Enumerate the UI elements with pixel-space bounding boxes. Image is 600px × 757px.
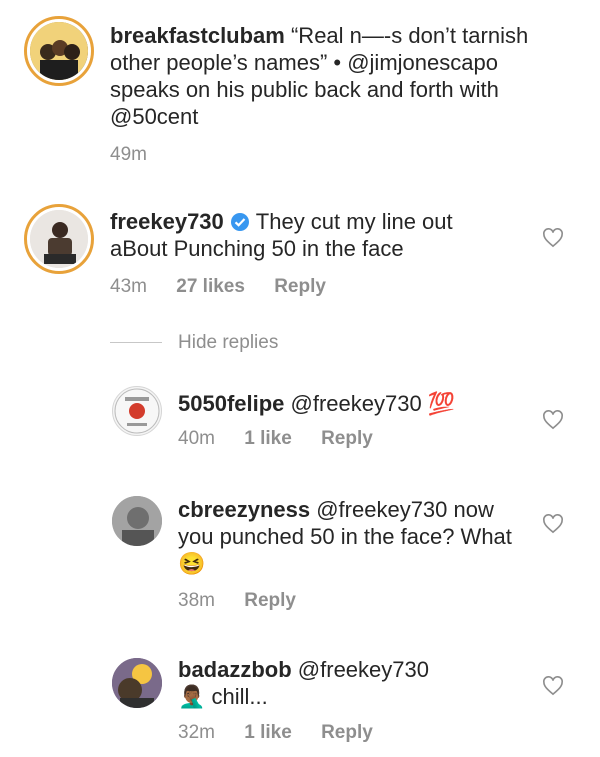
reply-button[interactable]: Reply — [244, 590, 296, 611]
comment-username[interactable]: freekey730 — [110, 209, 224, 234]
hundred-emoji: 💯 — [427, 391, 456, 416]
like-heart-icon[interactable] — [542, 410, 564, 430]
like-heart-icon[interactable] — [542, 228, 564, 248]
laughing-emoji: 😆 — [178, 551, 206, 576]
avatar-image-icon — [30, 22, 88, 80]
facepalm-emoji: 🤦🏾‍♂️ — [178, 684, 206, 709]
reply-text: chill... — [211, 684, 268, 709]
cbreezyness-avatar[interactable] — [112, 496, 162, 546]
like-heart-icon[interactable] — [542, 676, 564, 696]
avatar-image-icon — [30, 210, 88, 268]
reply-username[interactable]: badazzbob — [178, 657, 292, 682]
verified-badge-icon — [230, 213, 249, 231]
reply-username[interactable]: 5050felipe — [178, 391, 284, 416]
reply-likes[interactable]: 1 like — [244, 428, 292, 449]
comment-likes[interactable]: 27 likes — [176, 276, 245, 297]
hide-replies-button[interactable]: Hide replies — [178, 332, 278, 353]
avatar-image-icon — [114, 388, 160, 434]
avatar-image-icon — [112, 658, 162, 708]
reply-button[interactable]: Reply — [274, 276, 326, 297]
freekey730-avatar[interactable] — [24, 204, 94, 274]
reply-button[interactable]: Reply — [321, 722, 373, 743]
reply-username[interactable]: cbreezyness — [178, 497, 310, 522]
5050felipe-avatar[interactable] — [112, 386, 162, 436]
post-time: 49m — [110, 144, 147, 165]
like-heart-icon[interactable] — [542, 514, 564, 534]
avatar-image-icon — [112, 496, 162, 546]
reply-time: 32m — [178, 722, 215, 743]
reply-mention[interactable]: @freekey730 — [291, 391, 422, 416]
breakfastclubam-avatar[interactable] — [24, 16, 94, 86]
reply-button[interactable]: Reply — [321, 428, 373, 449]
reply-time: 40m — [178, 428, 215, 449]
reply-likes[interactable]: 1 like — [244, 722, 292, 743]
reply-time: 38m — [178, 590, 215, 611]
reply-mention[interactable]: @freekey730 — [298, 657, 429, 682]
post-username[interactable]: breakfastclubam — [110, 23, 285, 48]
comment-time: 43m — [110, 276, 147, 297]
badazzbob-avatar[interactable] — [112, 658, 162, 708]
hide-replies-divider — [110, 342, 162, 343]
